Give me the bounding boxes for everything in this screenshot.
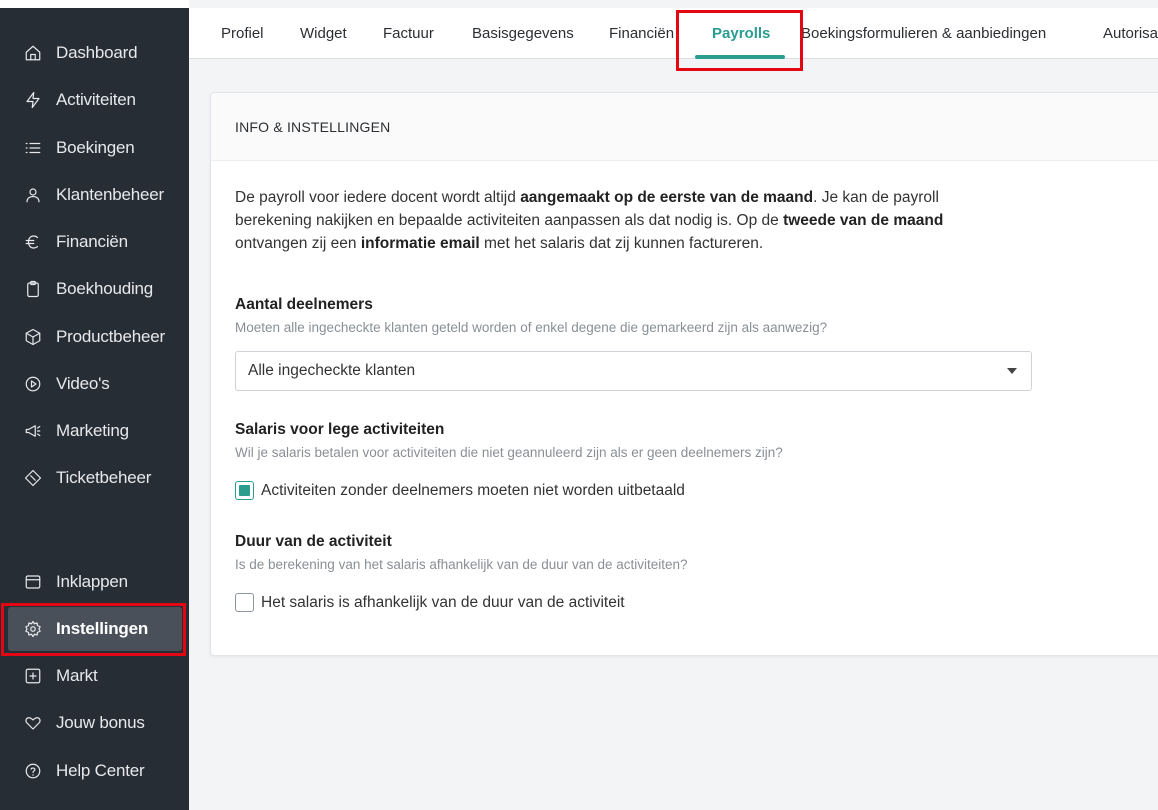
sidebar-item-inklappen[interactable]: Inklappen <box>8 560 182 604</box>
sidebar-item-label: Boekhouding <box>56 279 154 298</box>
sidebar-item-marketing[interactable]: Marketing <box>8 409 182 453</box>
intro-bold-second-of-month: tweede van de maand <box>783 212 944 229</box>
active-tab-indicator <box>695 55 785 59</box>
sidebar-item-label: Marketing <box>56 421 129 440</box>
sidebar-item-boekhouding[interactable]: Boekhouding <box>8 267 182 311</box>
card-title: INFO & INSTELLINGEN <box>211 93 1158 161</box>
sidebar-item-activiteiten[interactable]: Activiteiten <box>8 78 182 122</box>
duration-title: Duur van de activiteit <box>235 533 392 550</box>
collapse-icon <box>24 573 42 591</box>
empty-activities-checkbox[interactable] <box>235 481 254 500</box>
duration-option[interactable]: Het salaris is afhankelijk van de duur v… <box>235 593 625 612</box>
sidebar-item-instellingen[interactable]: Instellingen <box>8 607 182 651</box>
empty-activities-description: Wil je salaris betalen voor activiteiten… <box>235 445 783 460</box>
sidebar-item-label: Klantenbeheer <box>56 185 164 204</box>
intro-text-part: ontvangen zij een <box>235 235 361 252</box>
intro-bold-info-email: informatie email <box>360 235 480 252</box>
tab-boekingsformulieren[interactable]: Boekingsformulieren & aanbiedingen <box>801 8 1046 59</box>
sidebar-item-klantenbeheer[interactable]: Klantenbeheer <box>8 173 182 217</box>
duration-checkbox-label: Het salaris is afhankelijk van de duur v… <box>261 593 625 611</box>
participants-title: Aantal deelnemers <box>235 296 373 313</box>
sidebar-item-label: Instellingen <box>56 619 149 638</box>
tab-autorisatie[interactable]: Autorisa <box>1103 8 1158 59</box>
sidebar-item-help-center[interactable]: Help Center <box>8 749 182 793</box>
checkbox-checked-mark <box>239 485 250 496</box>
home-icon <box>24 44 42 62</box>
sidebar-item-label: Activiteiten <box>56 90 136 109</box>
intro-text-part: De payroll voor iedere docent wordt alti… <box>235 189 521 206</box>
list-icon <box>24 139 42 157</box>
empty-activities-checkbox-label: Activiteiten zonder deelnemers moeten ni… <box>261 481 685 499</box>
sidebar-item-label: Help Center <box>56 761 145 780</box>
tab-basisgegevens[interactable]: Basisgegevens <box>472 8 574 59</box>
sidebar-item-videos[interactable]: Video's <box>8 362 182 406</box>
intro-text-part: met het salaris dat zij kunnen facturere… <box>479 235 764 252</box>
sidebar-item-boekingen[interactable]: Boekingen <box>8 126 182 170</box>
euro-icon <box>24 233 42 251</box>
gear-icon <box>24 620 42 638</box>
sidebar-item-productbeheer[interactable]: Productbeheer <box>8 315 182 359</box>
sidebar-item-ticketbeheer[interactable]: Ticketbeheer <box>8 456 182 500</box>
caret-down-icon <box>1007 368 1017 374</box>
tab-widget[interactable]: Widget <box>300 8 347 59</box>
sidebar-item-label: Dashboard <box>56 43 138 62</box>
participants-description: Moeten alle ingecheckte klanten geteld w… <box>235 320 828 335</box>
box-icon <box>24 328 42 346</box>
sidebar-item-label: Productbeheer <box>56 327 165 346</box>
ticket-icon <box>24 469 42 487</box>
empty-activities-option[interactable]: Activiteiten zonder deelnemers moeten ni… <box>235 481 685 500</box>
participants-select[interactable]: Alle ingecheckte klanten <box>235 351 1032 391</box>
heart-icon <box>24 714 42 732</box>
sidebar-item-dashboard[interactable]: Dashboard <box>8 31 182 75</box>
tab-payrolls[interactable]: Payrolls <box>712 8 770 59</box>
intro-bold-first-of-month: aangemaakt op de eerste van de maand <box>520 189 814 206</box>
megaphone-icon <box>24 422 42 440</box>
payroll-intro-text: De payroll voor iedere docent wordt alti… <box>235 186 1015 255</box>
sidebar-item-markt[interactable]: Markt <box>8 654 182 698</box>
tab-profiel[interactable]: Profiel <box>221 8 264 59</box>
sidebar-top-strip <box>0 0 189 8</box>
sidebar-item-label: Financiën <box>56 232 128 251</box>
sidebar-item-label: Jouw bonus <box>56 713 145 732</box>
play-circle-icon <box>24 375 42 393</box>
empty-activities-title: Salaris voor lege activiteiten <box>235 421 445 438</box>
duration-checkbox[interactable] <box>235 593 254 612</box>
sidebar-item-label: Boekingen <box>56 138 135 157</box>
help-icon <box>24 762 42 780</box>
user-icon <box>24 186 42 204</box>
sidebar-item-label: Ticketbeheer <box>56 468 152 487</box>
duration-description: Is de berekening van het salaris afhanke… <box>235 557 688 572</box>
sidebar-item-label: Markt <box>56 666 98 685</box>
sidebar-item-financien[interactable]: Financiën <box>8 220 182 264</box>
lightning-icon <box>24 91 42 109</box>
sidebar-item-jouw-bonus[interactable]: Jouw bonus <box>8 701 182 745</box>
sidebar: Dashboard Activiteiten Boekingen Klanten… <box>0 0 189 810</box>
tab-financien[interactable]: Financiën <box>609 8 677 59</box>
plus-square-icon <box>24 667 42 685</box>
tab-factuur[interactable]: Factuur <box>383 8 434 59</box>
sidebar-item-label: Video's <box>56 374 110 393</box>
participants-selected-value: Alle ingecheckte klanten <box>248 362 416 379</box>
payroll-settings-card: INFO & INSTELLINGEN De payroll voor iede… <box>210 92 1158 656</box>
settings-tab-bar: Profiel Widget Factuur Basisgegevens Fin… <box>189 8 1158 59</box>
sidebar-item-label: Inklappen <box>56 572 128 591</box>
clipboard-icon <box>24 280 42 298</box>
